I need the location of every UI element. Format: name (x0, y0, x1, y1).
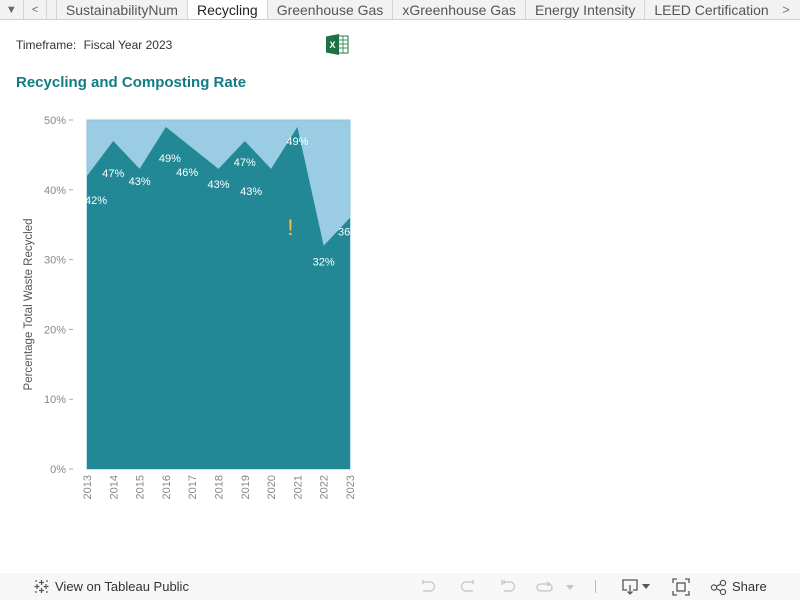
share-button[interactable]: Share (710, 577, 770, 596)
data-point-2018[interactable] (216, 166, 222, 172)
data-label-2016: 49% (159, 153, 181, 165)
data-point-2016[interactable] (163, 124, 169, 130)
data-label-2022: 32% (313, 257, 335, 269)
data-point-2023[interactable] (347, 215, 353, 221)
data-label-2015: 43% (129, 176, 151, 188)
download-button[interactable] (620, 577, 654, 596)
svg-text:X: X (329, 40, 335, 50)
data-point-2017[interactable] (189, 145, 195, 151)
sheet-tab-bar: ▼ < SustainabilityNum Recycling Greenhou… (0, 0, 800, 20)
redo-icon (460, 579, 474, 592)
y-tick-label: 50% (44, 115, 66, 127)
share-icon (710, 579, 727, 595)
recycling-rate-area-chart: Percentage Total Waste Recycled 0% 10% 20%… (23, 115, 357, 499)
tab-energy-intensity[interactable]: Energy Intensity (526, 0, 646, 19)
data-label-2021: 49% (286, 136, 308, 148)
y-axis-title: Percentage Total Waste Recycled (23, 219, 35, 391)
undo-icon (422, 579, 436, 592)
chart-title: Recycling and Composting Rate (16, 74, 247, 91)
data-point-2019[interactable] (242, 138, 248, 144)
tableau-toolbar: View on Tableau Public Share (0, 573, 800, 600)
tab-xgreenhouse-gas[interactable]: xGreenhouse Gas (393, 0, 526, 19)
warning-icon[interactable]: ! (287, 215, 293, 240)
x-tick-label: 2015 (135, 475, 147, 499)
fullscreen-button[interactable] (670, 577, 692, 596)
x-tick-label: 2023 (345, 475, 357, 499)
tabs-menu-button[interactable]: ▼ (0, 0, 24, 19)
chevron-left-icon: < (31, 3, 39, 16)
data-point-2021[interactable] (294, 124, 300, 130)
timeframe-label: Timeframe: (16, 38, 77, 52)
excel-icon[interactable]: X (326, 34, 349, 55)
data-label-2020: 43% (240, 186, 262, 198)
redo-button[interactable] (458, 577, 478, 596)
view-on-tableau-public-link[interactable]: View on Tableau Public (55, 579, 189, 594)
y-tick-label: 30% (44, 255, 66, 267)
refresh-options-dropdown[interactable] (563, 577, 577, 596)
dropdown-arrow-icon: ▼ (5, 3, 17, 16)
data-label-2014: 47% (102, 168, 124, 180)
revert-icon (501, 579, 516, 592)
x-tick-label: 2021 (292, 475, 304, 499)
y-tick-label: 0% (50, 464, 66, 476)
revert-button[interactable] (498, 577, 518, 596)
timeframe-value: Fiscal Year 2023 (83, 38, 173, 52)
tabs-next-button[interactable]: > (772, 0, 800, 19)
fullscreen-icon (672, 577, 690, 596)
timeframe-filter: Timeframe: Fiscal Year 2023 (16, 38, 172, 52)
chevron-down-icon (566, 584, 574, 590)
undo-button[interactable] (418, 577, 438, 596)
x-tick-label: 2020 (266, 475, 278, 499)
refresh-icon (536, 581, 553, 592)
data-label-2018: 43% (207, 179, 229, 191)
tab-leed-certification[interactable]: LEED Certification (645, 0, 779, 19)
share-label: Share (732, 579, 767, 594)
x-tick-label: 2013 (82, 475, 94, 499)
tab-recycling[interactable]: Recycling (187, 0, 268, 19)
tab-greenhouse-gas[interactable]: Greenhouse Gas (268, 0, 394, 19)
data-label-2013: 42% (85, 195, 107, 207)
data-point-2015[interactable] (137, 166, 143, 172)
data-label-2019: 47% (234, 157, 256, 169)
tableau-logo-icon (34, 580, 49, 593)
data-point-2013[interactable] (84, 173, 90, 179)
refresh-button[interactable] (534, 577, 556, 596)
x-tick-label: 2014 (108, 475, 120, 499)
y-tick-label: 40% (44, 185, 66, 197)
y-tick-label: 10% (44, 394, 66, 406)
data-point-2014[interactable] (110, 138, 116, 144)
toolbar-divider (595, 580, 596, 593)
data-label-2017: 46% (176, 167, 198, 179)
x-tick-label: 2022 (319, 475, 331, 499)
data-label-2023: 36 (338, 227, 350, 239)
tabs-spacer (47, 0, 57, 19)
tabs-prev-button[interactable]: < (24, 0, 48, 19)
tab-sustainabilitynum[interactable]: SustainabilityNum (57, 0, 188, 19)
data-point-2022[interactable] (321, 243, 327, 249)
x-tick-label: 2019 (240, 475, 252, 499)
chevron-right-icon: > (782, 2, 790, 17)
y-tick-label: 20% (44, 324, 66, 336)
x-tick-label: 2018 (214, 475, 226, 499)
x-tick-label: 2016 (161, 475, 173, 499)
x-tick-label: 2017 (187, 475, 199, 499)
download-icon (622, 578, 650, 595)
data-point-2020[interactable] (268, 166, 274, 172)
